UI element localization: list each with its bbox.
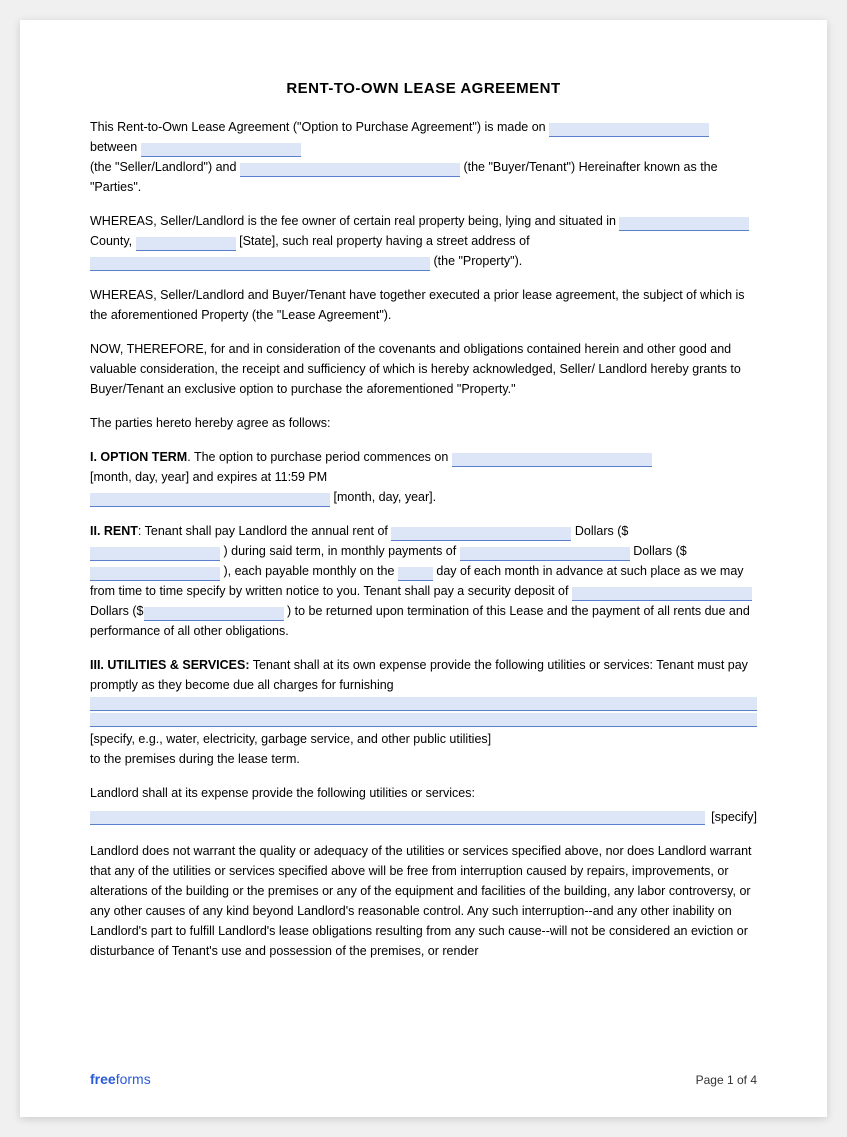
now-therefore-text: NOW, THEREFORE, for and in consideration…	[90, 342, 741, 396]
date-field[interactable]	[549, 123, 709, 137]
state-field[interactable]	[136, 237, 236, 251]
section2-dollars1-text: Dollars ($	[575, 524, 629, 538]
day-of-month-field[interactable]	[398, 567, 433, 581]
landlord-warrant-text: Landlord does not warrant the quality or…	[90, 844, 752, 958]
section2-deposit-text: Dollars ($	[90, 604, 144, 618]
brand-logo: freeforms	[90, 1071, 151, 1087]
deposit-words-field[interactable]	[572, 587, 752, 601]
brand-free: free	[90, 1071, 116, 1087]
page-number: Page 1 of 4	[696, 1073, 757, 1087]
property-suffix-text: (the "Property").	[433, 254, 522, 268]
between-text: between	[90, 140, 137, 154]
intro-paragraph: This Rent-to-Own Lease Agreement ("Optio…	[90, 117, 757, 197]
option-start-date-field[interactable]	[452, 453, 652, 467]
utilities-field-1[interactable]	[90, 697, 757, 711]
option-end-date-field[interactable]	[90, 493, 330, 507]
section2-paragraph: II. RENT: Tenant shall pay Landlord the …	[90, 521, 757, 641]
section3-header: III. UTILITIES & SERVICES:	[90, 658, 250, 672]
seller-landlord-label: (the "Seller/Landlord") and	[90, 160, 236, 174]
section1-end-text: [month, day, year].	[333, 490, 436, 504]
section2-day-text: ), each payable monthly on the	[223, 564, 394, 578]
parties-agree-paragraph: The parties hereto hereby agree as follo…	[90, 413, 757, 433]
section3-suffix-text: to the premises during the lease term.	[90, 752, 300, 766]
county-field[interactable]	[619, 217, 749, 231]
address-field[interactable]	[90, 257, 430, 271]
section1-mid-text: [month, day, year] and expires at 11:59 …	[90, 470, 327, 484]
section1-text: . The option to purchase period commence…	[187, 450, 448, 464]
section2-text: : Tenant shall pay Landlord the annual r…	[138, 524, 388, 538]
section1-header: I. OPTION TERM	[90, 450, 187, 464]
whereas1-text: WHEREAS, Seller/Landlord is the fee owne…	[90, 214, 616, 228]
landlord-utilities-field[interactable]	[90, 811, 705, 825]
parties-agree-text: The parties hereto hereby agree as follo…	[90, 416, 330, 430]
intro-text: This Rent-to-Own Lease Agreement ("Optio…	[90, 120, 546, 134]
document-page: RENT-TO-OWN LEASE AGREEMENT This Rent-to…	[20, 20, 827, 1117]
section1-paragraph: I. OPTION TERM. The option to purchase p…	[90, 447, 757, 507]
landlord-utilities-paragraph: Landlord shall at its expense provide th…	[90, 783, 757, 827]
state-suffix-text: [State], such real property having a str…	[239, 234, 529, 248]
whereas2-paragraph: WHEREAS, Seller/Landlord and Buyer/Tenan…	[90, 285, 757, 325]
section3-specify-text: [specify, e.g., water, electricity, garb…	[90, 732, 491, 746]
deposit-numbers-field[interactable]	[144, 607, 284, 621]
utilities-field-2[interactable]	[90, 713, 757, 727]
county-label: County,	[90, 234, 132, 248]
annual-rent-numbers-field[interactable]	[90, 547, 220, 561]
party1-field[interactable]	[141, 143, 301, 157]
now-therefore-paragraph: NOW, THEREFORE, for and in consideration…	[90, 339, 757, 399]
section2-header: II. RENT	[90, 524, 138, 538]
party2-field[interactable]	[240, 163, 460, 177]
section2-dollars2-text: Dollars ($	[633, 544, 687, 558]
section2-mid-text: ) during said term, in monthly payments …	[223, 544, 456, 558]
landlord-utilities-text: Landlord shall at its expense provide th…	[90, 786, 475, 800]
landlord-warrant-paragraph: Landlord does not warrant the quality or…	[90, 841, 757, 961]
annual-rent-words-field[interactable]	[391, 527, 571, 541]
document-title: RENT-TO-OWN LEASE AGREEMENT	[90, 80, 757, 97]
page-footer: freeforms Page 1 of 4	[90, 1071, 757, 1087]
whereas1-paragraph: WHEREAS, Seller/Landlord is the fee owne…	[90, 211, 757, 271]
brand-forms: forms	[116, 1071, 151, 1087]
monthly-payment-words-field[interactable]	[460, 547, 630, 561]
section3-paragraph: III. UTILITIES & SERVICES: Tenant shall …	[90, 655, 757, 769]
specify-label: [specify]	[705, 807, 757, 827]
whereas2-text: WHEREAS, Seller/Landlord and Buyer/Tenan…	[90, 288, 745, 322]
monthly-payment-numbers-field[interactable]	[90, 567, 220, 581]
